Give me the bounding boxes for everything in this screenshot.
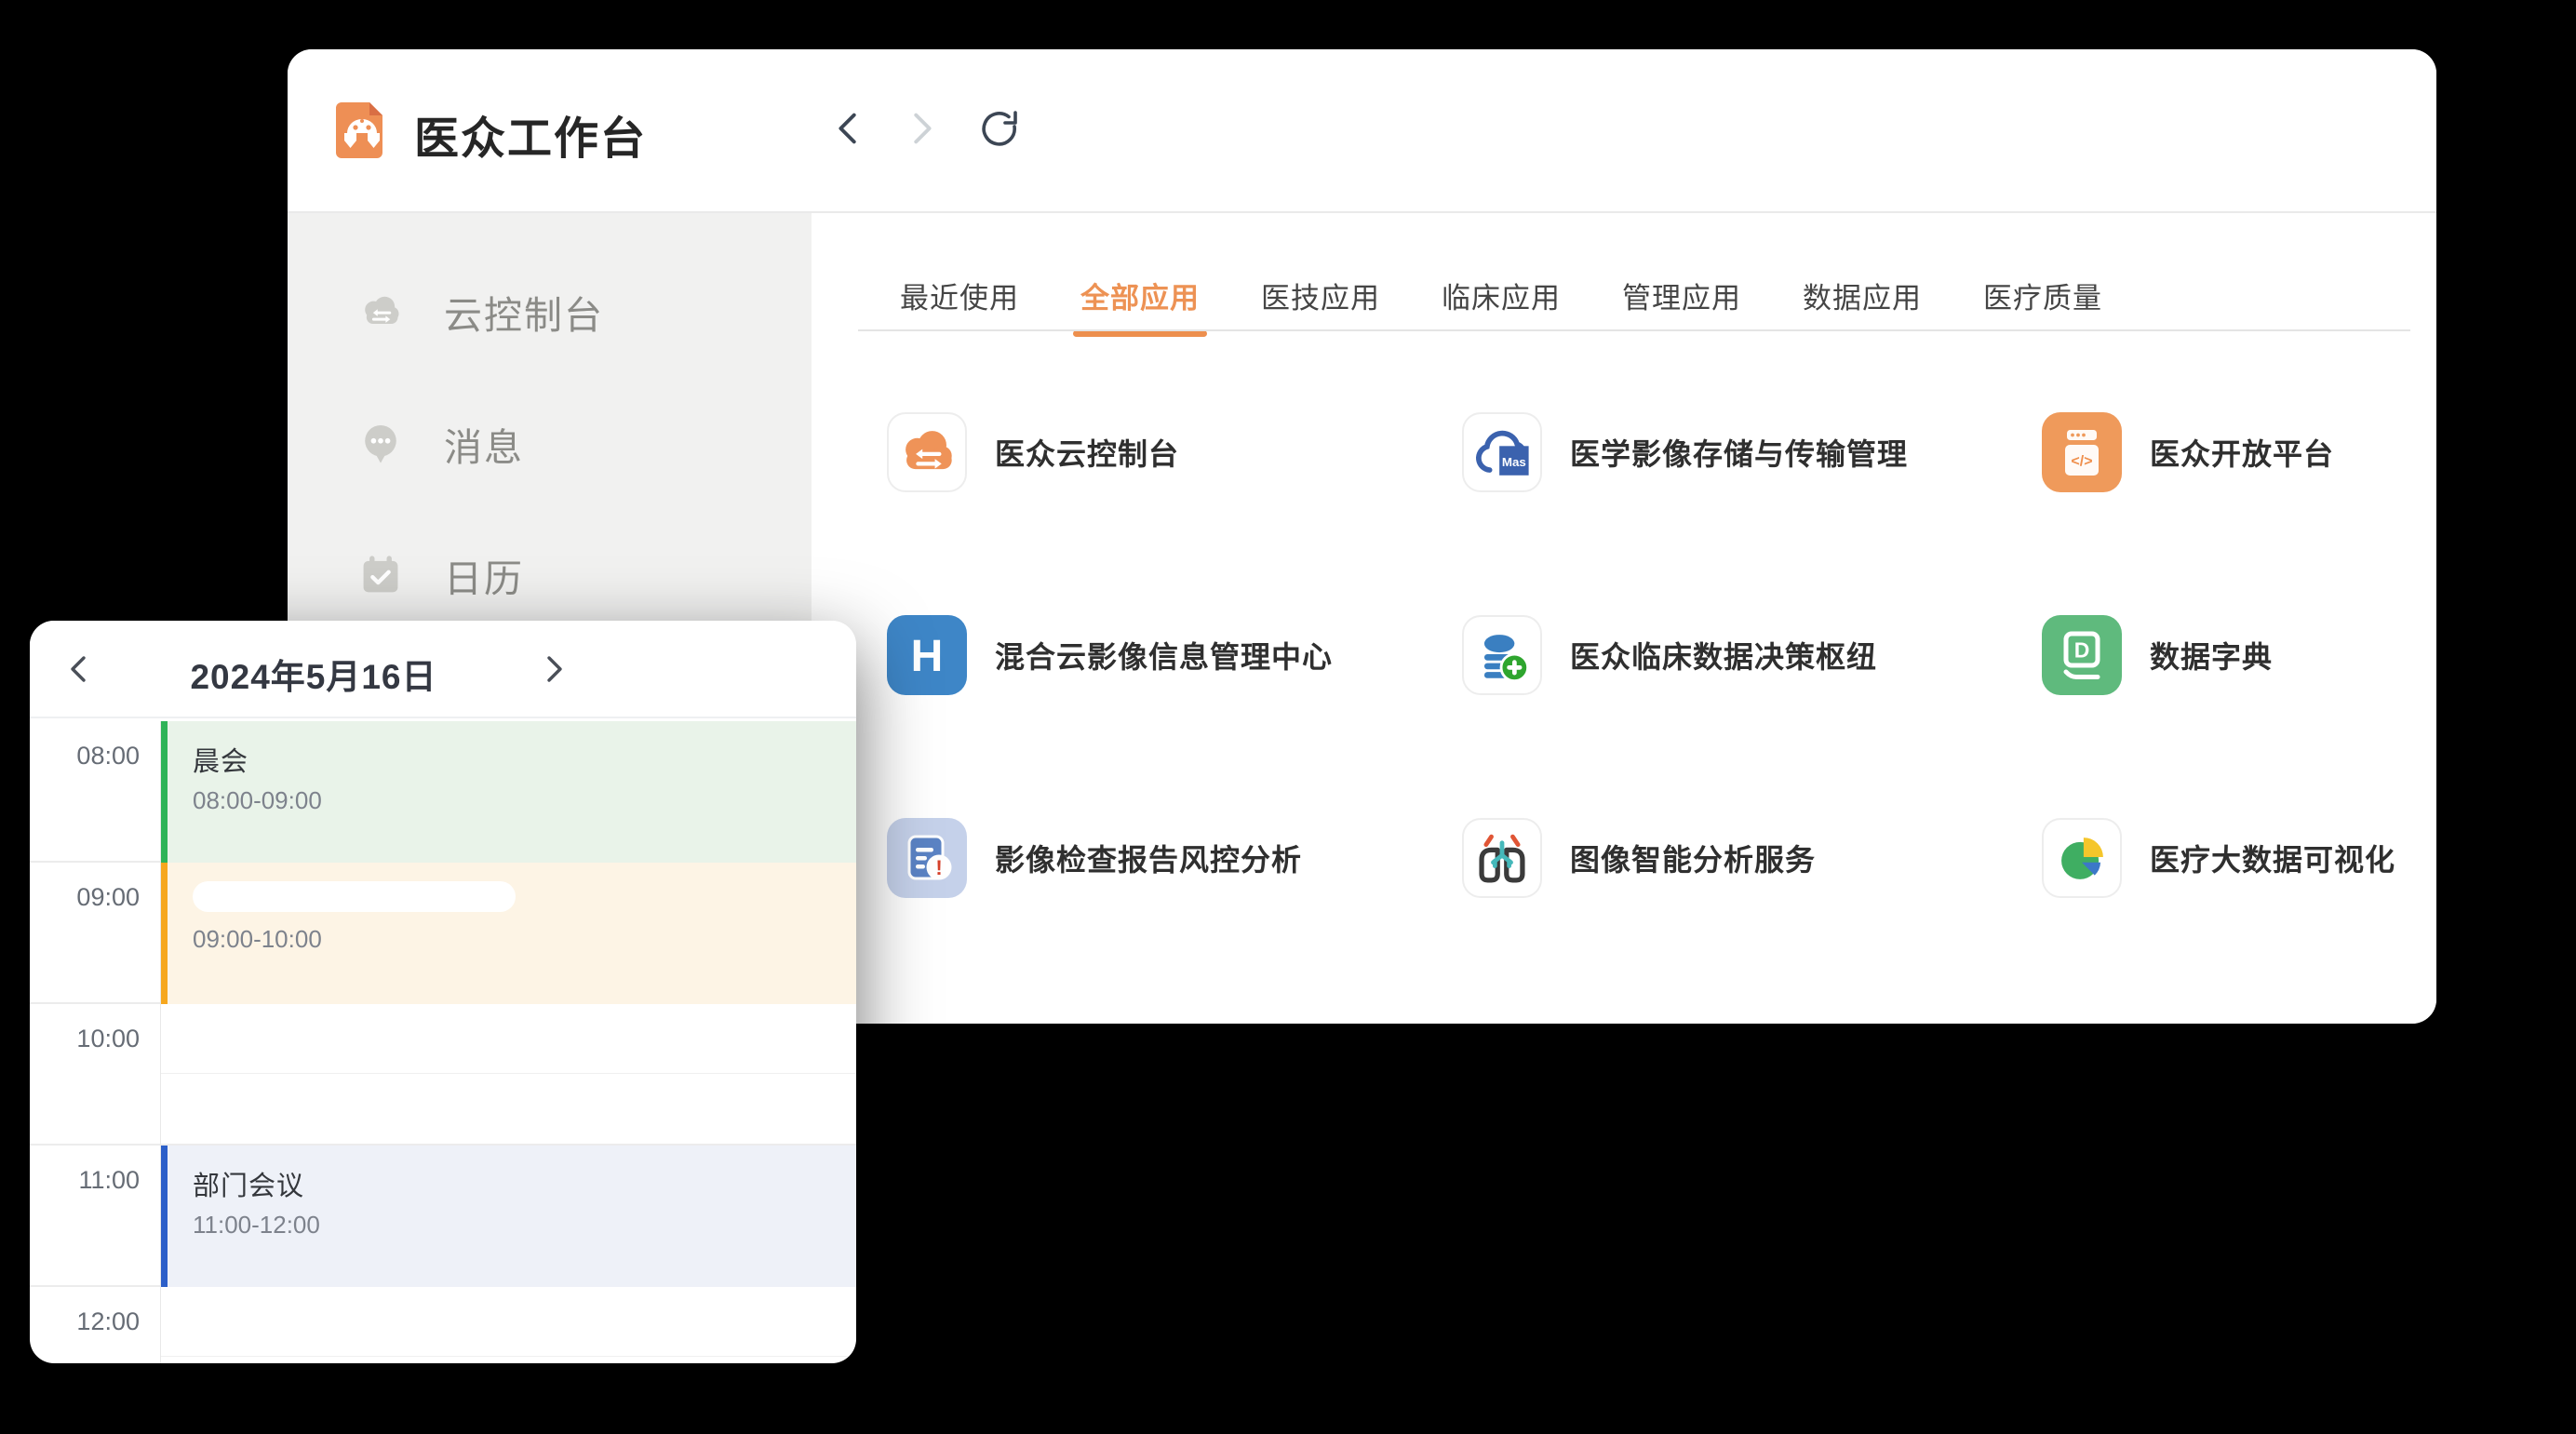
tab-bar: 最近使用 全部应用 医技应用 临床应用 管理应用 数据应用 医疗质量 — [900, 275, 2102, 320]
app-label: 医众云控制台 — [995, 431, 1179, 474]
chevron-right-icon — [534, 650, 571, 688]
event-time: 08:00-09:00 — [193, 786, 838, 815]
database-plus-icon — [1462, 615, 1542, 695]
app-label: 医学影像存储与传输管理 — [1570, 431, 1908, 474]
tab-medical-quality[interactable]: 医疗质量 — [1983, 275, 2102, 320]
svg-text:D: D — [2074, 638, 2090, 663]
events-column: 晨会 08:00-09:00 09:00-10:00 部门会议 11:00-12… — [161, 721, 856, 1363]
icon-badge-text: Mas — [1502, 455, 1526, 469]
tab-all-apps[interactable]: 全部应用 — [1080, 275, 1200, 320]
event-title: 晨会 — [193, 740, 838, 779]
calendar-event-redacted[interactable]: 09:00-10:00 — [161, 863, 856, 1004]
svg-text:</>: </> — [2071, 454, 2092, 470]
hour-label: 12:00 — [30, 1307, 140, 1336]
code-window-icon: </> — [2042, 412, 2122, 492]
app-label: 图像智能分析服务 — [1570, 837, 1816, 879]
desktop-background: 医众工作台 — [0, 0, 2576, 1434]
app-title: 医众工作台 — [414, 101, 647, 167]
sidebar-item-label: 日历 — [444, 547, 524, 603]
app-label: 数据字典 — [2150, 634, 2273, 677]
hour-label: 09:00 — [30, 883, 140, 912]
event-time: 09:00-10:00 — [193, 925, 838, 954]
previous-day-button[interactable] — [58, 647, 102, 691]
cloud-transfer-icon — [887, 412, 967, 492]
app-label: 医疗大数据可视化 — [2150, 837, 2395, 879]
app-big-data-visualization[interactable]: 医疗大数据可视化 — [2042, 818, 2395, 898]
calendar-day-grid: 08:00 09:00 10:00 11:00 12:00 晨会 08:00-0… — [30, 721, 856, 1363]
chevron-right-icon — [900, 107, 943, 150]
app-cloud-console[interactable]: 医众云控制台 — [887, 412, 1179, 492]
tab-medtech-apps[interactable]: 医技应用 — [1261, 275, 1380, 320]
content-area: 最近使用 全部应用 医技应用 临床应用 管理应用 数据应用 医疗质量 — [812, 213, 2436, 1024]
report-alert-icon: ! — [887, 818, 967, 898]
app-logo-owl-document-icon — [329, 97, 396, 164]
app-open-platform[interactable]: </> 医众开放平台 — [2042, 412, 2334, 492]
dictionary-book-icon: D — [2042, 615, 2122, 695]
app-label: 混合云影像信息管理中心 — [995, 634, 1333, 677]
app-medical-image-storage[interactable]: Mas 医学影像存储与传输管理 — [1462, 412, 1908, 492]
chevron-left-icon — [827, 107, 870, 150]
next-day-button[interactable] — [530, 647, 575, 691]
sidebar-item-calendar[interactable]: 日历 — [288, 542, 812, 609]
back-button[interactable] — [825, 105, 872, 152]
chat-bubble-icon — [356, 420, 405, 468]
letter-h-icon: H — [887, 615, 967, 695]
hour-label: 10:00 — [30, 1025, 140, 1053]
hour-label: 08:00 — [30, 742, 140, 771]
tab-data-apps[interactable]: 数据应用 — [1803, 275, 1922, 320]
event-time: 11:00-12:00 — [193, 1211, 838, 1240]
calendar-check-icon — [356, 551, 405, 599]
sidebar-item-messages[interactable]: 消息 — [288, 410, 812, 477]
sidebar-item-label: 消息 — [444, 416, 524, 472]
hour-label: 11:00 — [30, 1166, 140, 1195]
tab-recently-used[interactable]: 最近使用 — [900, 275, 1019, 320]
app-label: 医众临床数据决策枢纽 — [1570, 634, 1877, 677]
refresh-icon — [977, 106, 1022, 151]
sidebar-item-cloud-console[interactable]: 云控制台 — [288, 278, 812, 345]
sidebar-item-label: 云控制台 — [444, 284, 604, 340]
svg-text:!: ! — [935, 856, 942, 879]
app-clinical-data-hub[interactable]: 医众临床数据决策枢纽 — [1462, 615, 1877, 695]
tab-clinical-apps[interactable]: 临床应用 — [1442, 275, 1561, 320]
redacted-event-title — [193, 881, 516, 912]
window-header: 医众工作台 — [288, 49, 2436, 213]
tab-bar-divider — [858, 329, 2410, 331]
svg-text:H: H — [911, 632, 944, 681]
app-data-dictionary[interactable]: D 数据字典 — [2042, 615, 2273, 695]
calendar-header: 2024年5月16日 — [30, 621, 856, 718]
chevron-left-icon — [61, 650, 99, 688]
calendar-event-morning-meeting[interactable]: 晨会 08:00-09:00 — [161, 721, 856, 863]
app-hybrid-cloud-imaging-center[interactable]: H 混合云影像信息管理中心 — [887, 615, 1333, 695]
forward-button[interactable] — [898, 105, 945, 152]
app-image-ai-analysis[interactable]: 图像智能分析服务 — [1462, 818, 1816, 898]
calendar-event-department-meeting[interactable]: 部门会议 11:00-12:00 — [161, 1146, 856, 1287]
refresh-button[interactable] — [976, 105, 1023, 152]
pie-chart-icon — [2042, 818, 2122, 898]
app-label: 医众开放平台 — [2150, 431, 2334, 474]
app-report-risk-analysis[interactable]: ! 影像检查报告风控分析 — [887, 818, 1302, 898]
cloud-storage-icon: Mas — [1462, 412, 1542, 492]
lungs-icon — [1462, 818, 1542, 898]
app-label: 影像检查报告风控分析 — [995, 837, 1302, 879]
tab-management-apps[interactable]: 管理应用 — [1622, 275, 1741, 320]
calendar-date: 2024年5月16日 — [141, 649, 486, 699]
cloud-transfer-icon — [356, 288, 405, 336]
event-title: 部门会议 — [193, 1164, 838, 1203]
calendar-panel: 2024年5月16日 08:00 09:00 10:00 11:00 12:00… — [30, 621, 856, 1363]
